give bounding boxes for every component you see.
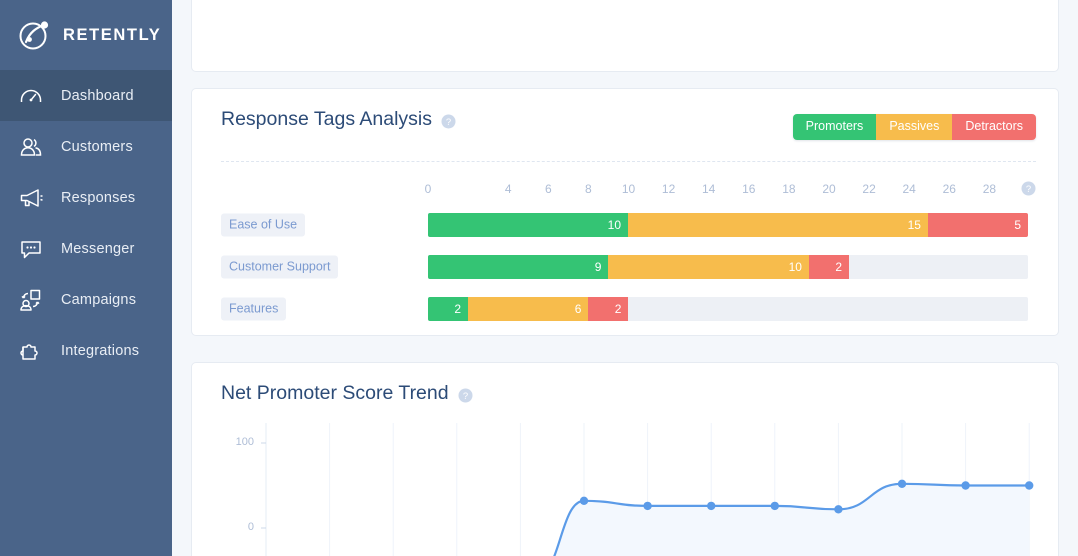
sidebar-item-label: Dashboard (61, 87, 134, 104)
x-axis-tick: 22 (862, 182, 876, 196)
sidebar-item-customers[interactable]: Customers (0, 121, 172, 172)
x-axis-tick: 26 (942, 182, 956, 196)
bar-segment-passives[interactable]: 6 (468, 297, 589, 321)
x-axis-tick: 8 (585, 182, 592, 196)
sidebar-item-label: Responses (61, 189, 136, 206)
x-axis-tick: 0 (424, 182, 432, 196)
sidebar-item-integrations[interactable]: Integrations (0, 325, 172, 376)
sidebar-item-label: Customers (61, 138, 133, 155)
users-icon (18, 134, 44, 160)
bar-segment-passives[interactable]: 10 (608, 255, 809, 279)
data-point[interactable] (834, 505, 843, 514)
sidebar-item-responses[interactable]: Responses (0, 172, 172, 223)
card-title-text: Net Promoter Score Trend (221, 382, 449, 404)
svg-text:?: ? (1026, 184, 1031, 195)
data-point[interactable] (579, 496, 589, 505)
x-axis-tick: 24 (902, 182, 916, 196)
sidebar-item-messenger[interactable]: Messenger (0, 223, 172, 274)
data-point[interactable] (897, 479, 907, 488)
bar-segment-promoters[interactable]: 9 (428, 255, 609, 279)
x-axis-tick: 14 (702, 182, 716, 196)
retently-logo-icon (18, 18, 52, 52)
data-point[interactable] (707, 501, 716, 511)
nps-trend-card: Net Promoter Score Trend ? 0 100 (191, 362, 1059, 556)
campaign-icon (18, 287, 44, 313)
response-tags-analysis-card: Response Tags Analysis ? Promoters Passiv… (191, 88, 1059, 336)
bar-row-label[interactable]: Customer Support (221, 255, 339, 279)
data-point[interactable] (643, 501, 652, 511)
svg-text:?: ? (462, 391, 467, 402)
bar-segment-passives[interactable]: 15 (628, 213, 928, 237)
bar-segment-promoters[interactable]: 2 (428, 297, 469, 321)
x-axis-tick: 12 (661, 182, 676, 196)
data-point[interactable] (961, 481, 970, 490)
bar-row-label[interactable]: Features (221, 297, 287, 321)
brand-name: RETENTLY (63, 25, 162, 44)
y-axis-tick: 100 (235, 436, 254, 448)
help-circle-icon[interactable]: ? (1021, 181, 1036, 196)
tags-chart: 0 4 6 8 10 12 14 16 18 20 22 24 26 28? Ease of Use 10 15… (192, 89, 1058, 335)
sidebar-item-dashboard[interactable]: Dashboard (0, 70, 172, 121)
data-point[interactable] (1025, 481, 1034, 490)
bar-row: Customer Support 9 10 2 (192, 255, 1058, 279)
x-axis-tick: 20 (822, 182, 836, 196)
bar-segment-detractors[interactable]: 2 (588, 297, 629, 321)
bar-row-label[interactable]: Ease of Use (221, 213, 306, 237)
y-axis-tick: 0 (247, 521, 254, 533)
puzzle-icon (18, 338, 44, 364)
x-axis-tick: 28 (982, 182, 997, 196)
bar-track: 10 15 5 (428, 213, 1028, 237)
top-card (191, 0, 1059, 72)
sidebar-item-label: Campaigns (61, 291, 137, 308)
sidebar: RETENTLY Dashboard Customers Responses M… (0, 0, 172, 556)
dashboard-page: RETENTLY Dashboard Customers Responses M… (0, 0, 1078, 556)
nps-trend-chart: 0 100 (192, 423, 1058, 556)
sidebar-item-label: Messenger (61, 240, 135, 257)
bar-row: Features 2 6 2 (192, 297, 1058, 321)
bar-track: 9 10 2 (428, 255, 1028, 279)
bar-track: 262 (428, 297, 1028, 321)
bar-segment-detractors[interactable]: 5 (927, 213, 1028, 237)
help-circle-icon[interactable]: ? (458, 386, 473, 403)
bar-segment-promoters[interactable]: 10 (428, 213, 628, 237)
brand-logo[interactable]: RETENTLY (0, 0, 172, 70)
gauge-icon (18, 83, 44, 109)
bar-row: Ease of Use 10 15 5 (192, 213, 1058, 237)
megaphone-icon (18, 185, 44, 211)
bar-segment-detractors[interactable]: 2 (808, 255, 850, 279)
sidebar-item-campaigns[interactable]: Campaigns (0, 274, 172, 325)
x-axis-tick: 10 (621, 182, 636, 196)
data-point[interactable] (770, 501, 779, 511)
page-title: Net Promoter Score Trend ? (221, 382, 473, 405)
x-axis-tick: 16 (742, 182, 756, 196)
main-content: Response Tags Analysis ? Promoters Passiv… (172, 0, 1078, 556)
chat-bubble-icon (18, 236, 44, 262)
x-axis-tick: 4 (504, 182, 512, 196)
x-axis-tick: 18 (782, 182, 796, 196)
trend-svg (261, 423, 1034, 556)
sidebar-item-label: Integrations (61, 342, 140, 359)
x-axis-tick: 6 (544, 182, 552, 196)
